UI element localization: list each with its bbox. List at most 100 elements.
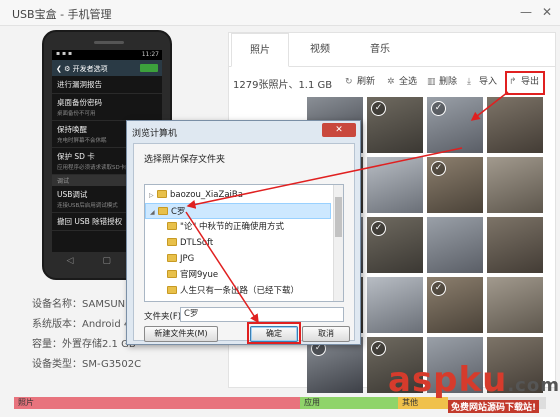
phone-menu-item: 进行漏洞报告 [52,76,162,94]
watermark-tld: .com [507,375,560,396]
folder-field-label: 文件夹(F): [144,312,184,322]
selected-check-icon[interactable]: ✓ [371,101,386,116]
import-button[interactable]: ⤓ 导入 [467,73,497,91]
export-highlight-box [505,71,545,95]
tree-node-label: "论" 中秋节的正确使用方式 [180,222,285,232]
status-time: 11:27 [141,51,159,58]
tree-node-label: DTLSoft [180,238,214,248]
tree-node[interactable]: 官网9yue [145,267,343,283]
watermark-main: aspku [388,360,508,400]
device-name: 设备名称：SAMSUN [32,299,126,310]
folder-name-input[interactable]: C罗 [180,307,344,322]
photo-thumbnail[interactable]: ✓ [367,97,423,153]
delete-label: 删除 [439,77,458,87]
tree-scrollbar[interactable] [333,185,343,301]
photo-thumbnail[interactable] [487,277,543,333]
window-title: USB宝盒 - 手机管理 [12,8,112,21]
phone-menu-item: 桌面备份密码 桌面备份不可用 [52,94,162,121]
storage-apps-segment: 应用 [300,397,398,409]
back-nav-icon: ◁ [66,256,74,266]
system-version: 系统版本：Android 4 [32,319,131,330]
photo-thumbnail[interactable]: ✓ [427,97,483,153]
storage-photos-segment: 照片 [14,397,300,409]
selected-check-icon[interactable]: ✓ [371,221,386,236]
refresh-icon: ↻ [345,77,353,87]
selected-check-icon[interactable]: ✓ [431,281,446,296]
ok-highlight-box [247,322,301,344]
folder-tree[interactable]: ▷ baozou_XiaZaiBa ◢ C罗 "论" 中秋节的正确使用方式 DTLS… [144,184,344,302]
delete-button[interactable]: ▥ 删除 [427,73,457,91]
home-nav-icon: ▢ [102,256,111,266]
selected-check-icon[interactable]: ✓ [431,101,446,116]
tree-node-label: 人生只有一条出路（已经下载） [180,286,300,296]
developer-options-title: 开发者选项 [72,65,108,73]
watermark-logo: aspku.com 免费网站源码下载站! [388,360,560,413]
folder-icon [167,222,177,230]
browse-folder-dialog: 浏览计算机 ✕ 选择照片保存文件夹 ▷ baozou_XiaZaiBa ◢ C罗 "… [126,120,361,345]
tree-node-label: JPG [180,254,195,264]
phone-speaker [94,41,124,44]
dialog-close-button[interactable]: ✕ [322,123,356,137]
photo-thumbnail[interactable]: ✓ [367,217,423,273]
menu-title: 进行漏洞报告 [57,80,102,89]
minimize-button[interactable]: — [520,5,532,19]
device-type: 设备类型：SM-G3502C [32,359,142,370]
dialog-body: 选择照片保存文件夹 ▷ baozou_XiaZaiBa ◢ C罗 "论" 中秋节的正… [133,143,355,344]
photo-toolbar: 1279张照片、1.1 GB ↻ 刷新 ✲ 全选 ▥ 删除 ⤓ 导入 ↱ 导出 [229,67,555,97]
scroll-thumb[interactable] [335,197,342,237]
close-button[interactable]: ✕ [542,5,552,19]
folder-icon [167,238,177,246]
folder-icon [157,190,167,198]
back-icon: ❮ ⚙ [56,65,71,73]
photo-thumbnail[interactable]: ✓ [307,337,363,393]
import-icon: ⤓ [467,77,471,87]
developer-toggle [140,64,158,72]
select-all-icon: ✲ [387,77,395,87]
tree-node-label: C罗 [171,207,186,217]
tree-node-label: 官网9yue [180,270,219,280]
photo-thumbnail[interactable] [427,217,483,273]
developer-options-header: ❮ ⚙ 开发者选项 [52,60,162,76]
watermark-text: aspku.com [388,360,560,400]
tree-node[interactable]: JPG [145,251,343,267]
folder-icon [167,254,177,262]
trash-icon: ▥ [427,77,436,87]
status-icons: ▪ ▪ ▪ [56,50,73,57]
new-folder-button[interactable]: 新建文件夹(M) [144,326,218,342]
watermark-slogan: 免费网站源码下载站! [448,400,540,413]
refresh-button[interactable]: ↻ 刷新 [345,73,375,91]
photo-thumbnail[interactable]: ✓ [427,277,483,333]
menu-title: 桌面备份密码 [57,98,102,107]
dialog-prompt: 选择照片保存文件夹 [144,155,226,165]
tree-node[interactable]: 人生只有一条出路（已经下载） [145,283,343,299]
photo-count: 1279张照片、1.1 GB [233,80,333,91]
tree-node-label: baozou_XiaZaiBa [170,190,243,200]
title-bar: USB宝盒 - 手机管理 — ✕ [0,0,560,26]
photo-thumbnail[interactable]: ✓ [427,157,483,213]
folder-icon [158,207,168,215]
photo-thumbnail[interactable] [487,97,543,153]
tree-node-selected[interactable]: ◢ C罗 [145,203,331,219]
cancel-button[interactable]: 取消 [302,326,350,342]
photo-thumbnail[interactable] [487,157,543,213]
folder-icon [167,270,177,278]
selected-check-icon[interactable]: ✓ [371,341,386,356]
tree-node[interactable]: DTLSoft [145,235,343,251]
import-label: 导入 [479,77,498,87]
select-all-button[interactable]: ✲ 全选 [387,73,417,91]
tab-music[interactable]: 音乐 [351,33,409,67]
select-all-label: 全选 [399,77,418,87]
photo-thumbnail[interactable] [367,157,423,213]
tab-videos[interactable]: 视频 [291,33,349,67]
tree-node[interactable]: ▷ baozou_XiaZaiBa [145,187,343,203]
expand-icon[interactable]: ▷ [149,188,157,204]
tab-photos[interactable]: 照片 [231,33,289,67]
tree-node[interactable]: "论" 中秋节的正确使用方式 [145,219,343,235]
photo-thumbnail[interactable] [367,277,423,333]
folder-icon [167,286,177,294]
photo-thumbnail[interactable] [487,217,543,273]
media-tabs: 照片 视频 音乐 [229,33,555,67]
device-info: 设备名称：SAMSUN 系统版本：Android 4 容量：外置存储2.1 GB… [32,295,141,375]
storage-capacity: 容量：外置存储2.1 GB [32,339,136,350]
selected-check-icon[interactable]: ✓ [431,161,446,176]
